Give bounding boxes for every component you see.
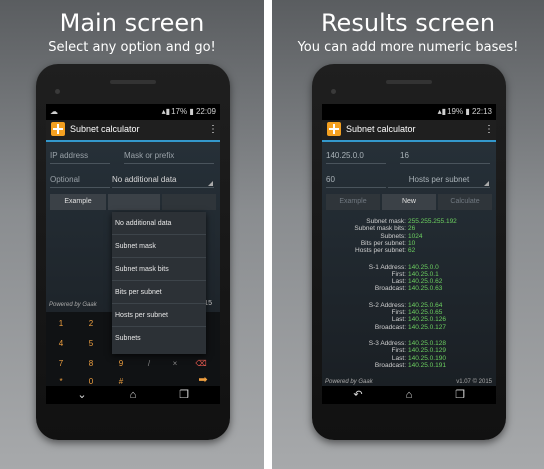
notification-icon: ☁ xyxy=(50,107,58,116)
app-bar: Subnet calculator ⋮ xyxy=(322,120,496,142)
overflow-menu-icon[interactable]: ⋮ xyxy=(484,122,494,138)
version-text: v1.07 © 2015 xyxy=(456,379,492,385)
app-title: Subnet calculator xyxy=(70,124,140,134)
status-bar: ▴▮ 19% ▮ 22:13 xyxy=(322,104,496,120)
summary-line: Hosts per subnet: 62 xyxy=(322,247,496,255)
app-title: Subnet calculator xyxy=(346,124,416,134)
key-9[interactable]: 9 xyxy=(106,356,136,372)
dropdown-item-no-additional-data[interactable]: No additional data xyxy=(112,212,206,235)
dropdown-item-subnet-mask-bits[interactable]: Subnet mask bits xyxy=(112,258,206,281)
ip-address-input[interactable]: IP address xyxy=(50,150,110,164)
key-7[interactable]: 7 xyxy=(46,356,76,372)
speaker xyxy=(386,80,432,84)
additional-data-select[interactable]: Hosts per subnet xyxy=(388,174,490,188)
nav-bar: ⌄ ⌂ ❐ xyxy=(46,386,220,404)
home-icon[interactable]: ⌂ xyxy=(399,388,419,402)
recents-icon[interactable]: ❐ xyxy=(174,388,194,402)
signal-icon: ▴▮ xyxy=(437,107,446,116)
back-icon[interactable]: ⌄ xyxy=(72,388,92,402)
powered-by-text: Powered by Gaak xyxy=(49,302,97,308)
dropdown-item-subnet-mask[interactable]: Subnet mask xyxy=(112,235,206,258)
status-time: 19% ▮ 22:13 xyxy=(447,107,492,116)
results-list: Subnet mask: 255.255.255.192 Subnet mask b… xyxy=(322,218,496,378)
overflow-menu-icon[interactable]: ⋮ xyxy=(208,122,218,138)
dropdown-item-subnets[interactable]: Subnets xyxy=(112,327,206,350)
result-value: 140.25.0.127 xyxy=(408,323,446,331)
main-screen-panel: Main screen Select any option and go! ☁ … xyxy=(0,0,264,469)
recents-icon[interactable]: ❐ xyxy=(450,388,470,402)
example-button[interactable]: Example xyxy=(50,194,106,210)
backspace-icon[interactable]: ⌫ xyxy=(186,356,216,372)
key-4[interactable]: 4 xyxy=(46,336,76,352)
result-key: Broadcast: xyxy=(374,361,406,369)
powered-by-text: Powered by Gaak xyxy=(325,379,373,385)
mask-input[interactable]: Mask or prefix xyxy=(124,150,214,164)
main-screen-heading: Main screen xyxy=(59,9,205,37)
status-time: 17% ▮ 22:09 xyxy=(171,107,216,116)
app-logo-icon xyxy=(51,122,65,136)
ip-address-input[interactable]: 140.25.0.0 xyxy=(326,150,386,164)
back-icon[interactable]: ↶ xyxy=(348,388,368,402)
phone-screen-left: ☁ ▴▮ 17% ▮ 22:09 Subnet calculator ⋮ IP … xyxy=(46,104,220,404)
subnet-1-line: Broadcast: 140.25.0.63 xyxy=(322,285,496,293)
additional-data-select[interactable]: No additional data xyxy=(112,174,214,188)
result-key: Broadcast: xyxy=(374,285,406,293)
app-bar: Subnet calculator ⋮ xyxy=(46,120,220,142)
key-2[interactable]: 2 xyxy=(76,316,106,332)
result-value: 140.25.0.63 xyxy=(408,285,443,293)
signal-icon: ▴▮ xyxy=(161,107,170,116)
dropdown-arrow-icon xyxy=(208,181,213,186)
subnet-2-line: Broadcast: 140.25.0.127 xyxy=(322,324,496,332)
status-bar: ☁ ▴▮ 17% ▮ 22:09 xyxy=(46,104,220,120)
new-button[interactable] xyxy=(108,194,160,210)
key-8[interactable]: 8 xyxy=(76,356,106,372)
optional-input[interactable]: 60 xyxy=(326,174,386,188)
result-value: 62 xyxy=(408,247,416,255)
dropdown-item-hosts-per-subnet[interactable]: Hosts per subnet xyxy=(112,304,206,327)
calculate-button[interactable]: Calculate xyxy=(438,194,492,210)
optional-input[interactable]: Optional xyxy=(50,174,110,188)
subnet-3-line: Broadcast: 140.25.0.191 xyxy=(322,362,496,370)
phone-left: ☁ ▴▮ 17% ▮ 22:09 Subnet calculator ⋮ IP … xyxy=(36,64,230,440)
result-value: 140.25.0.191 xyxy=(408,361,446,369)
speaker xyxy=(110,80,156,84)
example-button[interactable]: Example xyxy=(326,194,380,210)
camera xyxy=(331,89,336,94)
dropdown-arrow-icon xyxy=(484,181,489,186)
mask-input[interactable]: 16 xyxy=(400,150,490,164)
main-screen-subheading: Select any option and go! xyxy=(48,40,216,55)
key-5[interactable]: 5 xyxy=(76,336,106,352)
camera xyxy=(55,89,60,94)
additional-data-dropdown: No additional data Subnet mask Subnet ma… xyxy=(112,212,206,354)
results-screen-panel: Results screen You can add more numeric … xyxy=(272,0,544,469)
result-key: Hosts per subnet: xyxy=(355,247,406,255)
home-icon[interactable]: ⌂ xyxy=(123,388,143,402)
calculate-button[interactable] xyxy=(162,194,216,210)
phone-right: ▴▮ 19% ▮ 22:13 Subnet calculator ⋮ 140.2… xyxy=(312,64,506,440)
nav-bar: ↶ ⌂ ❐ xyxy=(322,386,496,404)
results-screen-subheading: You can add more numeric bases! xyxy=(297,40,519,55)
result-key: Broadcast: xyxy=(374,323,406,331)
results-screen-heading: Results screen xyxy=(320,9,496,37)
new-button[interactable]: New xyxy=(382,194,436,210)
key-1[interactable]: 1 xyxy=(46,316,76,332)
app-logo-icon xyxy=(327,122,341,136)
phone-screen-right: ▴▮ 19% ▮ 22:13 Subnet calculator ⋮ 140.2… xyxy=(322,104,496,404)
dropdown-item-bits-per-subnet[interactable]: Bits per subnet xyxy=(112,281,206,304)
